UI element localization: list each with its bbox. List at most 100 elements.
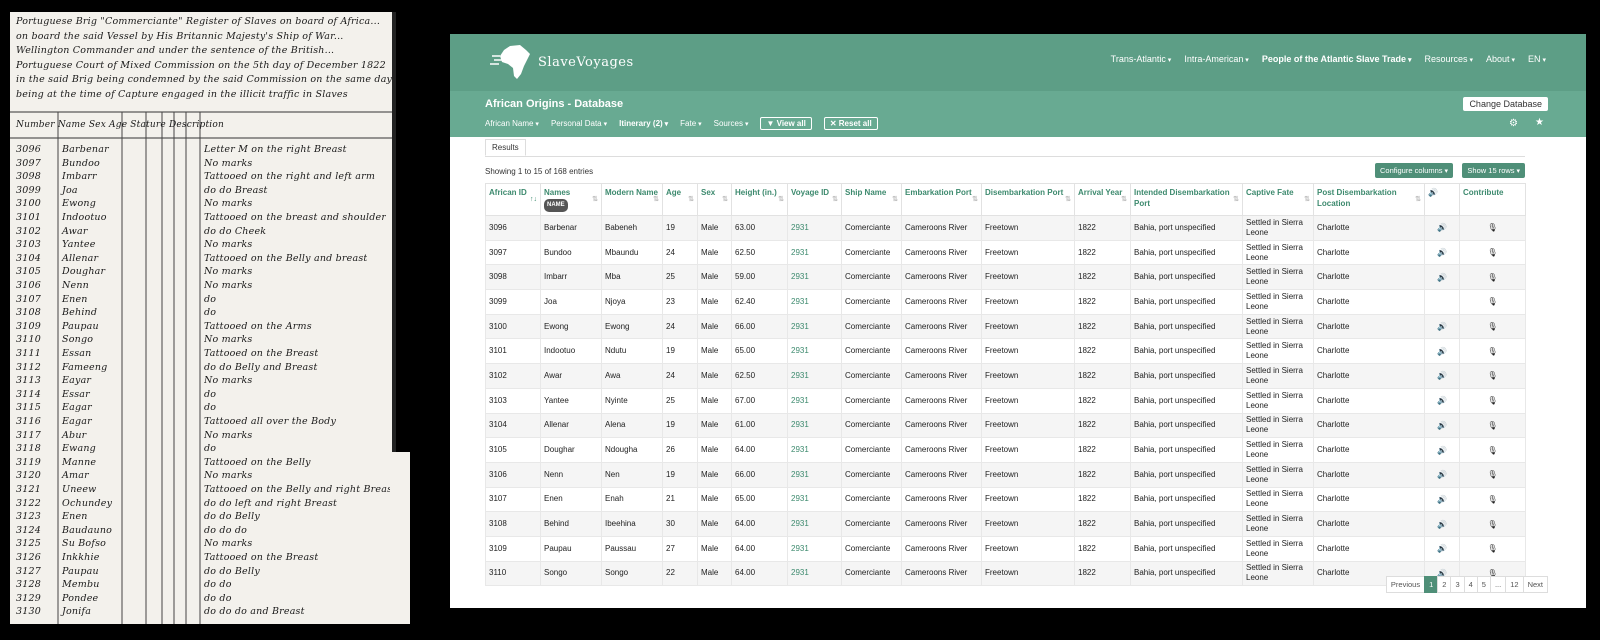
- column-header-arrival-year[interactable]: Arrival Year ⇅: [1074, 183, 1131, 216]
- page-1[interactable]: 1: [1424, 576, 1439, 593]
- microphone-icon[interactable]: 🎙: [1487, 421, 1497, 430]
- microphone-icon[interactable]: 🎙: [1487, 446, 1497, 455]
- microphone-icon[interactable]: 🎙: [1487, 396, 1497, 405]
- cell-audio[interactable]: 🔊: [1424, 363, 1460, 389]
- cell-contribute[interactable]: 🎙: [1459, 387, 1526, 414]
- column-header-voyage-id[interactable]: Voyage ID ⇅: [787, 183, 842, 216]
- nav-item-trans-atlantic[interactable]: Trans-Atlantic: [1111, 54, 1172, 64]
- microphone-icon[interactable]: 🎙: [1487, 371, 1497, 380]
- column-header-height-in[interactable]: Height (in.) ⇅: [731, 183, 788, 216]
- column-header-captive-fate[interactable]: Captive Fate ⇅: [1242, 183, 1314, 216]
- microphone-icon[interactable]: 🎙: [1487, 273, 1497, 282]
- speaker-icon[interactable]: 🔊: [1437, 470, 1447, 479]
- speaker-icon[interactable]: 🔊: [1437, 223, 1447, 232]
- show-rows-button[interactable]: Show 15 rows: [1462, 163, 1525, 178]
- configure-columns-button[interactable]: Configure columns: [1375, 163, 1453, 178]
- speaker-icon[interactable]: 🔊: [1437, 396, 1447, 405]
- sort-icon[interactable]: ⇅: [688, 194, 694, 205]
- cell-voyage[interactable]: 2931: [787, 560, 842, 587]
- cell-voyage[interactable]: 2931: [787, 461, 842, 488]
- page-2[interactable]: 2: [1437, 576, 1452, 593]
- page-next[interactable]: Next: [1522, 576, 1548, 593]
- page-previous[interactable]: Previous: [1385, 576, 1426, 593]
- microphone-icon[interactable]: 🎙: [1487, 495, 1497, 504]
- sort-icon[interactable]: ⇅: [972, 194, 978, 205]
- logo[interactable]: SlaveVoyages: [490, 42, 634, 82]
- cell-audio[interactable]: 🔊: [1424, 387, 1460, 414]
- column-header-contribute[interactable]: Contribute: [1459, 183, 1526, 216]
- view-all-button[interactable]: ▼ View all: [760, 117, 812, 130]
- microphone-icon[interactable]: 🎙: [1487, 248, 1497, 257]
- nav-item-en[interactable]: EN: [1528, 54, 1546, 64]
- cell-audio[interactable]: 🔊: [1424, 437, 1460, 463]
- column-header-post-disembarkation-location[interactable]: Post Disembarkation Location ⇅: [1313, 183, 1425, 216]
- cell-contribute[interactable]: 🎙: [1459, 535, 1526, 562]
- column-header-modern-name[interactable]: Modern Name ⇅: [601, 183, 663, 216]
- cell-audio[interactable]: 🔊: [1424, 338, 1460, 365]
- sort-icon[interactable]: ⇅: [778, 194, 784, 205]
- cell-voyage[interactable]: 2931: [787, 437, 842, 463]
- cell-contribute[interactable]: 🎙: [1459, 363, 1526, 389]
- speaker-icon[interactable]: 🔊: [1437, 520, 1447, 529]
- sort-icon[interactable]: ↑↓: [530, 194, 537, 205]
- sort-icon[interactable]: ⇅: [1304, 194, 1310, 205]
- page-12[interactable]: 12: [1505, 576, 1524, 593]
- cell-audio[interactable]: 🔊: [1424, 412, 1460, 439]
- cell-voyage[interactable]: 2931: [787, 387, 842, 414]
- cell-voyage[interactable]: 2931: [787, 264, 842, 291]
- cell-voyage[interactable]: 2931: [787, 313, 842, 340]
- cell-contribute[interactable]: 🎙: [1459, 437, 1526, 463]
- cell-contribute[interactable]: 🎙: [1459, 313, 1526, 340]
- cell-contribute[interactable]: 🎙: [1459, 215, 1526, 241]
- column-header-intended-disembarkation-port[interactable]: Intended Disembarkation Port ⇅: [1130, 183, 1243, 216]
- sort-icon[interactable]: ⇅: [1065, 194, 1071, 205]
- column-header-names[interactable]: Names NAME ⇅: [540, 183, 602, 216]
- sort-icon[interactable]: ⇅: [592, 194, 598, 205]
- microphone-icon[interactable]: 🎙: [1487, 544, 1497, 553]
- cell-audio[interactable]: 🔊: [1424, 511, 1460, 537]
- cell-audio[interactable]: 🔊: [1424, 535, 1460, 562]
- cell-voyage[interactable]: 2931: [787, 486, 842, 513]
- cell-audio[interactable]: 🔊: [1424, 239, 1460, 266]
- column-header-disembarkation-port[interactable]: Disembarkation Port ⇅: [981, 183, 1075, 216]
- cell-contribute[interactable]: 🎙: [1459, 461, 1526, 488]
- nav-item-about[interactable]: About: [1486, 54, 1515, 64]
- cell-audio[interactable]: 🔊: [1424, 461, 1460, 488]
- cell-contribute[interactable]: 🎙: [1459, 511, 1526, 537]
- filter-itinerary[interactable]: Itinerary (2): [619, 119, 668, 128]
- cell-audio[interactable]: 🔊: [1424, 215, 1460, 241]
- page-5[interactable]: 5: [1476, 576, 1491, 593]
- filter-sources[interactable]: Sources: [714, 119, 749, 128]
- nav-item-intra-american[interactable]: Intra-American: [1184, 54, 1249, 64]
- speaker-icon[interactable]: 🔊: [1437, 446, 1447, 455]
- microphone-icon[interactable]: 🎙: [1487, 470, 1497, 479]
- cell-audio[interactable]: 🔊: [1424, 486, 1460, 513]
- column-header-audio[interactable]: 🔊: [1424, 183, 1460, 216]
- microphone-icon[interactable]: 🎙: [1487, 520, 1497, 529]
- sort-icon[interactable]: ⇅: [653, 194, 659, 205]
- column-header-sex[interactable]: Sex ⇅: [697, 183, 732, 216]
- speaker-icon[interactable]: 🔊: [1437, 371, 1447, 380]
- star-icon[interactable]: ★: [1535, 117, 1544, 128]
- cell-voyage[interactable]: 2931: [787, 412, 842, 439]
- cell-audio[interactable]: 🔊: [1424, 313, 1460, 340]
- page-3[interactable]: 3: [1450, 576, 1465, 593]
- microphone-icon[interactable]: 🎙: [1487, 297, 1497, 306]
- sort-icon[interactable]: ⇅: [832, 194, 838, 205]
- cell-voyage[interactable]: 2931: [787, 511, 842, 537]
- speaker-icon[interactable]: 🔊: [1437, 544, 1447, 553]
- microphone-icon[interactable]: 🎙: [1487, 322, 1497, 331]
- cell-audio[interactable]: 🔊: [1424, 264, 1460, 291]
- cell-contribute[interactable]: 🎙: [1459, 338, 1526, 365]
- microphone-icon[interactable]: 🎙: [1487, 223, 1497, 232]
- cell-voyage[interactable]: 2931: [787, 215, 842, 241]
- cell-contribute[interactable]: 🎙: [1459, 486, 1526, 513]
- column-header-african-id[interactable]: African ID ↑↓: [485, 183, 541, 216]
- cell-contribute[interactable]: 🎙: [1459, 239, 1526, 266]
- cell-voyage[interactable]: 2931: [787, 338, 842, 365]
- cell-voyage[interactable]: 2931: [787, 363, 842, 389]
- speaker-icon[interactable]: 🔊: [1437, 347, 1447, 356]
- filter-personal-data[interactable]: Personal Data: [551, 119, 607, 128]
- cell-contribute[interactable]: 🎙: [1459, 412, 1526, 439]
- change-database-button[interactable]: Change Database: [1463, 97, 1548, 111]
